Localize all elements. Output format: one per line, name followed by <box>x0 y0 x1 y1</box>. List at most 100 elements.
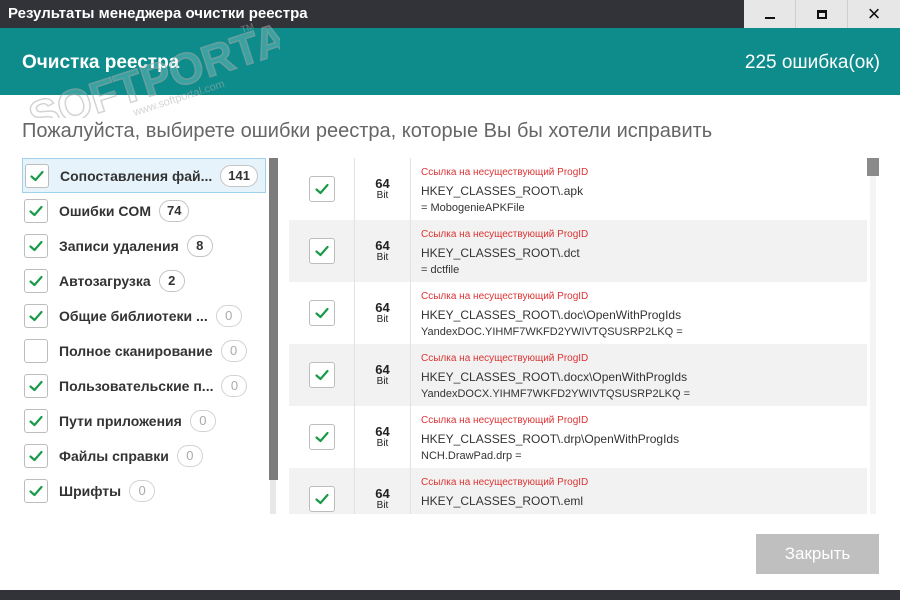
category-list: Сопоставления фай... 141 Ошибки COM 74 Запис… <box>22 158 266 514</box>
bitness-cell: 64 Bit <box>355 158 411 220</box>
category-item[interactable]: Ошибки COM 74 <box>22 193 266 228</box>
error-details: Ссылка на несуществующий ProgID HKEY_CLAS… <box>411 344 690 406</box>
bitness-cell: 64 Bit <box>355 282 411 344</box>
checkmark-icon <box>314 431 329 443</box>
error-row[interactable]: 64 Bit Ссылка на несуществующий ProgID HKEY… <box>289 158 867 220</box>
error-count: 225 ошибка(ок) <box>744 52 880 73</box>
minimize-icon <box>764 17 775 19</box>
checkmark-icon <box>29 310 43 321</box>
checked-checkbox[interactable] <box>24 233 48 258</box>
title-bar: Результаты менеджера очистки реестра × <box>0 0 900 28</box>
registry-key: HKEY_CLASSES_ROOT\.eml <box>421 494 584 508</box>
category-item[interactable]: Записи удаления 8 <box>22 228 266 263</box>
checkmark-icon <box>314 245 329 257</box>
category-item[interactable]: Полное сканирование 0 <box>22 333 266 368</box>
section-title: Очистка реестра <box>22 52 180 73</box>
section-header: Очистка реестра 225 ошибка(ок) <box>0 28 900 95</box>
category-count-badge: 0 <box>215 304 242 327</box>
category-item[interactable]: Пути приложения 0 <box>22 403 266 438</box>
category-item[interactable]: Общие библиотеки ... 0 <box>22 298 266 333</box>
unchecked-checkbox[interactable] <box>24 338 48 363</box>
bottom-bar <box>0 590 900 600</box>
error-row[interactable]: 64 Bit Ссылка на несуществующий ProgID HKEY… <box>289 220 867 282</box>
registry-key: HKEY_CLASSES_ROOT\.docx\OpenWithProgIds <box>421 370 688 384</box>
registry-value: = dctfile <box>421 264 460 276</box>
category-item[interactable]: Автозагрузка 2 <box>22 263 266 298</box>
error-type: Ссылка на несуществующий ProgID <box>421 229 589 240</box>
bitness-cell: 64 Bit <box>355 220 411 282</box>
minimize-button[interactable] <box>744 0 796 28</box>
checkmark-icon <box>29 415 43 426</box>
category-count-badge: 0 <box>176 444 203 467</box>
category-count-badge: 0 <box>221 374 248 397</box>
checkmark-icon <box>29 240 43 251</box>
checked-checkbox[interactable] <box>24 408 48 433</box>
category-label: Шрифты <box>59 482 122 499</box>
category-item[interactable]: Шрифты 0 <box>22 473 266 508</box>
error-scrollbar-track[interactable] <box>870 158 876 514</box>
checked-checkbox[interactable] <box>308 486 335 512</box>
bitness-cell: 64 Bit <box>355 468 411 514</box>
bitness-value: 64 <box>375 176 390 191</box>
error-row[interactable]: 64 Bit Ссылка на несуществующий ProgID HKEY… <box>289 282 867 344</box>
checkmark-icon <box>314 183 329 195</box>
bitness-label: Bit <box>376 438 389 449</box>
checked-checkbox[interactable] <box>308 300 335 326</box>
error-scrollbar-thumb[interactable] <box>867 158 879 176</box>
registry-key: HKEY_CLASSES_ROOT\.doc\OpenWithProgIds <box>421 308 682 322</box>
error-row[interactable]: 64 Bit Ссылка на несуществующий ProgID HKEY… <box>289 344 867 406</box>
error-type: Ссылка на несуществующий ProgID <box>421 353 589 364</box>
category-item[interactable]: Пользовательские п... 0 <box>22 368 266 403</box>
checked-checkbox[interactable] <box>24 268 48 293</box>
error-details: Ссылка на несуществующий ProgID HKEY_CLAS… <box>411 468 588 514</box>
close-window-button[interactable]: × <box>848 0 900 28</box>
close-button[interactable]: Закрыть <box>756 534 879 574</box>
error-details: Ссылка на несуществующий ProgID HKEY_CLAS… <box>411 282 683 344</box>
registry-key: HKEY_CLASSES_ROOT\.apk <box>421 184 584 198</box>
error-type: Ссылка на несуществующий ProgID <box>421 415 589 426</box>
error-type: Ссылка на несуществующий ProgID <box>421 291 589 302</box>
checkmark-icon <box>29 485 43 496</box>
error-checkbox-cell <box>289 344 355 406</box>
category-count-badge: 0 <box>189 409 216 432</box>
error-row[interactable]: 64 Bit Ссылка на несуществующий ProgID HKEY… <box>289 468 867 514</box>
error-checkbox-cell <box>289 282 355 344</box>
category-label: Файлы справки <box>59 447 169 464</box>
bitness-label: Bit <box>376 500 389 511</box>
category-count-badge: 74 <box>158 199 190 222</box>
maximize-icon <box>816 9 827 19</box>
error-checkbox-cell <box>289 468 355 514</box>
bitness-value: 64 <box>375 424 390 439</box>
category-label: Сопоставления фай... <box>60 167 213 184</box>
registry-value: NCH.DrawPad.drp = <box>421 450 522 462</box>
error-details: Ссылка на несуществующий ProgID HKEY_CLAS… <box>411 220 588 282</box>
checked-checkbox[interactable] <box>24 303 48 328</box>
checked-checkbox[interactable] <box>24 478 48 503</box>
error-details: Ссылка на несуществующий ProgID HKEY_CLAS… <box>411 406 679 468</box>
checked-checkbox[interactable] <box>308 362 335 388</box>
checked-checkbox[interactable] <box>24 373 48 398</box>
category-scrollbar-thumb[interactable] <box>269 158 278 480</box>
checked-checkbox[interactable] <box>308 176 335 202</box>
bitness-value: 64 <box>375 238 390 253</box>
bitness-label: Bit <box>376 376 389 387</box>
error-list: 64 Bit Ссылка на несуществующий ProgID HKEY… <box>289 158 867 514</box>
category-count-badge: 2 <box>158 269 185 292</box>
checkmark-icon <box>314 493 329 505</box>
checkmark-icon <box>30 170 44 181</box>
checked-checkbox[interactable] <box>24 198 48 223</box>
category-label: Пользовательские п... <box>59 377 214 394</box>
checkmark-icon <box>29 450 43 461</box>
registry-value: YandexDOCX.YIHMF7WKFD2YWIVTQSUSRP2LKQ = <box>421 388 691 400</box>
category-item[interactable]: Файлы справки 0 <box>22 438 266 473</box>
checked-checkbox[interactable] <box>308 238 335 264</box>
bitness-label: Bit <box>376 252 389 263</box>
checked-checkbox[interactable] <box>308 424 335 450</box>
error-row[interactable]: 64 Bit Ссылка на несуществующий ProgID HKEY… <box>289 406 867 468</box>
category-count-badge: 0 <box>129 479 156 502</box>
checked-checkbox[interactable] <box>25 163 49 188</box>
category-item[interactable]: Сопоставления фай... 141 <box>22 158 266 193</box>
category-label: Пути приложения <box>59 412 182 429</box>
checked-checkbox[interactable] <box>24 443 48 468</box>
maximize-button[interactable] <box>796 0 848 28</box>
